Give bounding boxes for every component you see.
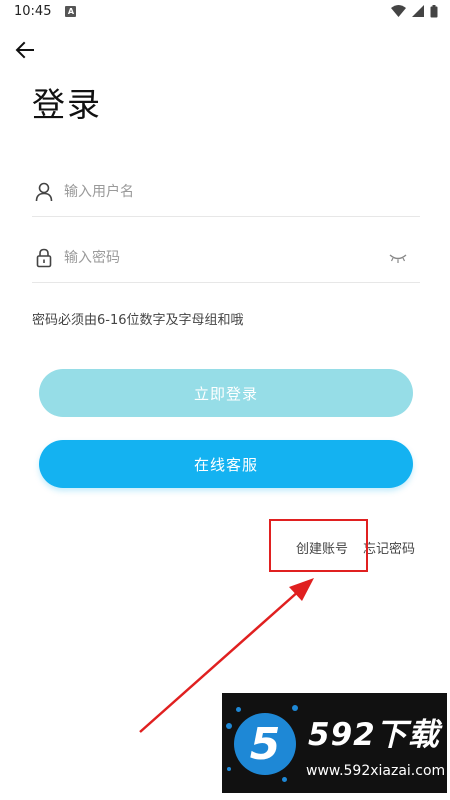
wifi-icon	[391, 5, 406, 17]
watermark-badge: 5	[234, 713, 296, 775]
arrow-left-icon	[15, 41, 34, 59]
status-time: 10:45	[14, 3, 52, 19]
user-icon	[34, 182, 54, 202]
watermark-url: www.592xiazai.com	[306, 763, 446, 779]
username-field	[32, 167, 420, 217]
forgot-password-link[interactable]: 忘记密码	[363, 538, 415, 557]
notification-app-icon: A	[65, 5, 77, 17]
watermark-brand: 592下载	[308, 717, 440, 753]
login-button[interactable]: 立即登录	[39, 369, 413, 417]
status-right	[391, 4, 438, 18]
signal-icon	[412, 5, 424, 17]
password-input[interactable]	[64, 242, 386, 273]
status-left: 10:45 A	[14, 3, 77, 19]
battery-icon	[430, 4, 438, 17]
password-hint: 密码必须由6-16位数字及字母组和哦	[32, 313, 244, 328]
back-button[interactable]	[13, 38, 37, 62]
annotation-highlight-box	[269, 519, 368, 572]
eye-closed-icon[interactable]	[386, 248, 410, 268]
lock-icon	[34, 248, 54, 268]
password-field	[32, 233, 420, 283]
page-title: 登录	[32, 85, 102, 124]
online-service-button[interactable]: 在线客服	[39, 440, 413, 488]
status-bar: 10:45 A	[0, 0, 450, 22]
username-input[interactable]	[64, 176, 420, 207]
watermark-logo: 5 592下载 www.592xiazai.com	[222, 693, 447, 793]
